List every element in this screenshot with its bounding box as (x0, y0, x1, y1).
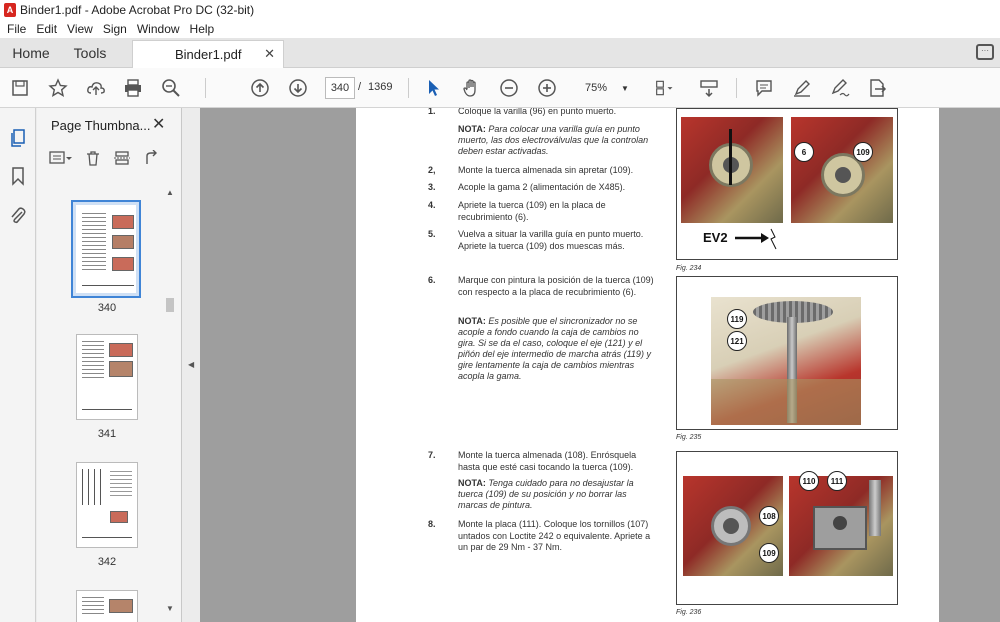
arrow-right-icon (735, 228, 777, 250)
photo-gearbox (791, 117, 893, 223)
thumbnail-page[interactable] (71, 200, 141, 298)
comment-bubble-icon[interactable]: ··· (976, 44, 994, 60)
window-title: Binder1.pdf - Adobe Acrobat Pro DC (32-b… (20, 3, 255, 17)
toolbar-divider (736, 78, 737, 98)
thumbnail-page[interactable] (76, 334, 138, 420)
callout-111: 111 (827, 471, 847, 491)
figure-234: 6 109 EV2 (676, 108, 898, 260)
note-block: NOTA: Tenga cuidado para no desajustar l… (458, 478, 634, 510)
page-separator: / (358, 81, 362, 93)
ev2-label: EV2 (703, 230, 728, 245)
comment-icon[interactable] (752, 76, 776, 100)
callout-119: 119 (727, 309, 747, 329)
previous-page-icon[interactable] (248, 76, 272, 100)
panel-collapse-handle[interactable]: ◀ (182, 108, 200, 622)
zoom-value: 75% (585, 82, 608, 94)
chevron-left-icon: ◀ (188, 360, 195, 369)
photo-gearbox (681, 117, 783, 223)
toolbar-divider (408, 78, 409, 98)
toolbar-divider (205, 78, 206, 98)
attachment-icon[interactable] (6, 204, 30, 228)
photo-plate (789, 476, 893, 576)
hand-tool-icon[interactable] (459, 76, 483, 100)
callout-108: 108 (759, 506, 779, 526)
close-icon[interactable]: ✕ (152, 114, 165, 134)
menu-bar: File Edit View Sign Window Help (0, 20, 1000, 38)
page-layout-icon[interactable] (650, 76, 680, 100)
next-page-icon[interactable] (286, 76, 310, 100)
panel-toolbar (49, 148, 159, 170)
zoom-select[interactable]: 75% ▼ (575, 77, 635, 99)
note-block: NOTA: Es posible que el sincronizador no… (458, 316, 651, 381)
menu-view[interactable]: View (62, 22, 98, 36)
thumbnail-options-icon[interactable] (49, 150, 73, 169)
thumbnail-scrollbar[interactable]: ▲ ▼ (163, 188, 177, 618)
page-thumbnails-icon[interactable] (6, 126, 30, 150)
export-icon[interactable] (865, 76, 889, 100)
tab-tools[interactable]: Tools (62, 38, 118, 68)
highlight-pen-icon[interactable] (790, 76, 814, 100)
extract-page-icon[interactable] (113, 150, 131, 169)
acrobat-icon: A (4, 3, 16, 17)
note-block: NOTA: Para colocar una varilla guía en p… (458, 124, 649, 156)
thumbnail-label: 341 (97, 428, 117, 440)
tab-document-label: Binder1.pdf (175, 47, 242, 62)
zoom-search-icon[interactable] (159, 76, 183, 100)
print-icon[interactable] (121, 76, 145, 100)
figure-caption: Fig. 234 (676, 265, 702, 272)
menu-sign[interactable]: Sign (98, 22, 132, 36)
callout-110: 110 (799, 471, 819, 491)
main-toolbar: 340 / 1369 75% ▼ (0, 68, 1000, 108)
tab-home[interactable]: Home (0, 38, 62, 68)
figure-235: 119 121 (676, 276, 898, 430)
menu-file[interactable]: File (2, 22, 31, 36)
cloud-upload-icon[interactable] (84, 76, 108, 100)
chevron-down-icon[interactable]: ▼ (166, 604, 174, 613)
title-bar: A Binder1.pdf - Adobe Acrobat Pro DC (32… (0, 0, 1000, 20)
thumbnail-page[interactable] (76, 462, 138, 548)
save-icon[interactable] (8, 76, 32, 100)
callout-109: 109 (853, 142, 873, 162)
sign-icon[interactable] (828, 76, 852, 100)
close-icon[interactable]: ✕ (264, 46, 275, 62)
figure-caption: Fig. 236 (676, 609, 702, 616)
zoom-in-icon[interactable] (535, 76, 559, 100)
thumbnail-label: 342 (97, 556, 117, 568)
panel-title: Page Thumbna... (51, 118, 151, 133)
tab-document[interactable]: Binder1.pdf ✕ (132, 40, 284, 68)
navigation-rail (0, 108, 36, 622)
menu-window[interactable]: Window (132, 22, 185, 36)
thumbnail-page[interactable] (76, 590, 138, 622)
menu-edit[interactable]: Edit (31, 22, 62, 36)
page-number-input[interactable]: 340 (325, 77, 355, 99)
select-cursor-icon[interactable] (422, 76, 446, 100)
zoom-out-icon[interactable] (497, 76, 521, 100)
scrollbar-thumb[interactable] (166, 298, 174, 312)
callout-6: 6 (794, 142, 814, 162)
callout-109: 109 (759, 543, 779, 563)
bookmark-icon[interactable] (6, 164, 30, 188)
document-viewer[interactable]: 1. Coloque la varilla (96) en punto muer… (200, 108, 1000, 622)
rotate-page-icon[interactable] (143, 149, 159, 169)
delete-page-icon[interactable] (85, 150, 101, 169)
chevron-up-icon[interactable]: ▲ (166, 188, 174, 197)
thumbnail-label: 340 (97, 302, 117, 314)
callout-121: 121 (727, 331, 747, 351)
scroll-mode-icon[interactable] (697, 76, 721, 100)
chevron-down-icon: ▼ (621, 83, 629, 93)
star-icon[interactable] (46, 76, 70, 100)
page-thumbnails-panel: Page Thumbna... ✕ 340 341 342 ▲ ▼ (37, 108, 182, 622)
menu-help[interactable]: Help (185, 22, 220, 36)
figure-236: 110 111 108 109 (676, 451, 898, 605)
page-total: 1369 (368, 81, 393, 93)
tab-bar: Home Tools Binder1.pdf ✕ ··· (0, 38, 1000, 68)
pdf-page: 1. Coloque la varilla (96) en punto muer… (356, 108, 939, 622)
figure-caption: Fig. 235 (676, 434, 702, 441)
